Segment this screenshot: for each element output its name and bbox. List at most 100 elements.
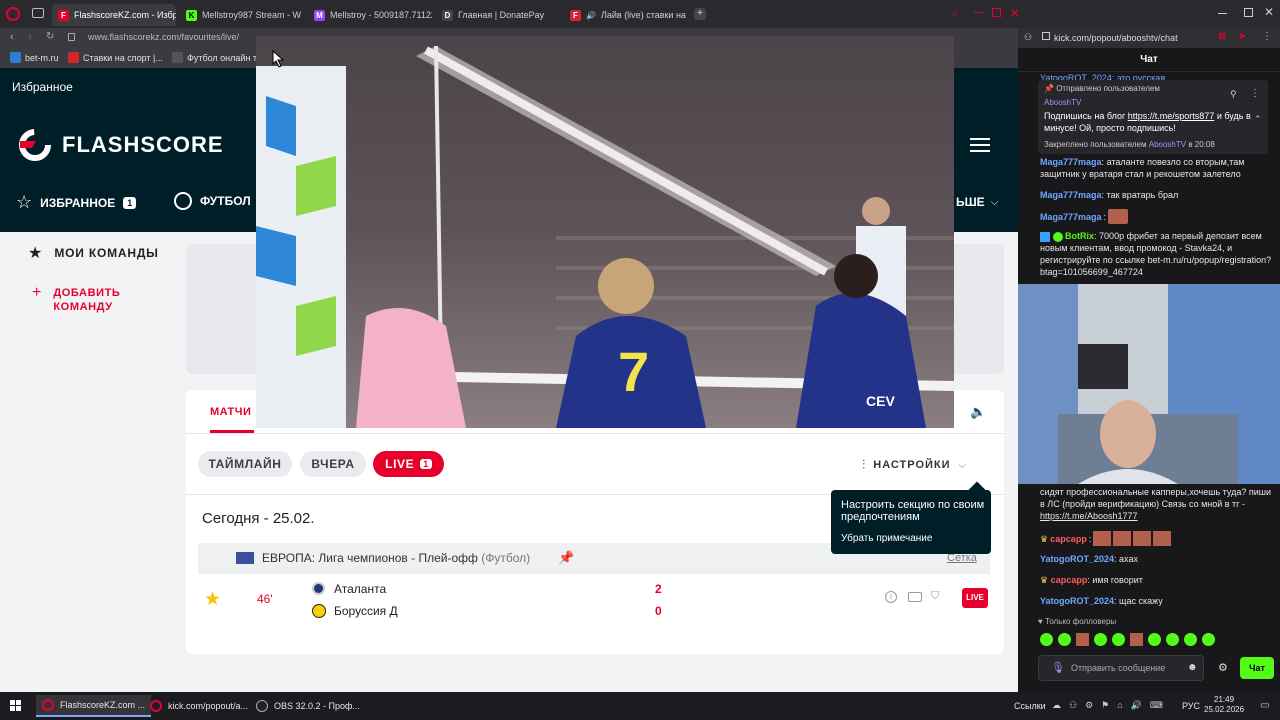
add-team-link[interactable]: + ДОБАВИТЬ КОМАНДУ <box>32 285 143 314</box>
minimize-icon[interactable] <box>1218 13 1227 14</box>
notifications-icon[interactable]: ▭ <box>1260 700 1269 711</box>
clock[interactable]: 21:49 25.02.2026 <box>1204 695 1244 715</box>
taskbar-app-obs[interactable]: OBS 32.0.2 - Проф... <box>250 695 366 717</box>
minimize-icon[interactable] <box>974 12 983 13</box>
live-badge[interactable]: LIVE <box>962 588 988 608</box>
league-name-text: ЕВРОПА: Лига чемпионов - Плей-офф <box>262 551 478 565</box>
language-indicator[interactable]: РУС <box>1182 701 1200 711</box>
tray-icon[interactable]: ☁ <box>1052 700 1061 711</box>
reload-icon[interactable]: ↻ <box>46 31 54 42</box>
chevron-down-icon: ⌵ <box>990 196 999 208</box>
emoji-icon[interactable]: ☻ <box>1187 662 1198 673</box>
chat-username[interactable]: сарсарр <box>1050 533 1087 545</box>
maximize-icon[interactable] <box>1244 8 1253 17</box>
pin-icon[interactable]: 📌 <box>558 550 574 566</box>
chat-username[interactable]: YatogoROT_2024 <box>1040 554 1114 564</box>
tab-matches[interactable]: МАТЧИ <box>210 406 251 418</box>
nav-football[interactable]: ФУТБОЛ <box>174 192 251 210</box>
chat-username[interactable]: BotRix <box>1065 231 1094 241</box>
tab-live-bets[interactable]: F 🔊 Лайв (live) ставки на <box>564 4 688 26</box>
tray-icon[interactable]: ⌨ <box>1150 700 1163 711</box>
tab-kick-mellstroy[interactable]: K Mellstroy987 Stream - W <box>180 4 302 26</box>
tray-icon[interactable]: ⚑ <box>1101 700 1109 711</box>
speaker-icon[interactable]: 🔊 <box>586 11 596 20</box>
sound-icon[interactable]: 🔈 <box>970 404 986 420</box>
chat-username[interactable]: сарсарр <box>1051 575 1088 585</box>
league-name: ЕВРОПА: Лига чемпионов - Плей-офф (Футбо… <box>262 551 530 565</box>
chat-username[interactable]: Maga777maga <box>1040 157 1102 167</box>
send-chat-button[interactable]: Чат <box>1240 657 1274 679</box>
mic-icon[interactable]: 🎙 <box>1051 661 1065 674</box>
filter-timeline[interactable]: ТАЙМЛАЙН <box>198 451 292 477</box>
back-icon[interactable]: ‹ <box>10 31 14 43</box>
windows-start-icon[interactable] <box>10 700 22 712</box>
tv-icon[interactable] <box>908 592 922 602</box>
tray-icon[interactable]: ⚙ <box>1085 700 1093 711</box>
tab-donatepay[interactable]: D Главная | DonatePay <box>436 4 560 26</box>
favorite-star-icon[interactable]: ★ <box>204 588 221 611</box>
emote-icon[interactable] <box>1058 633 1071 646</box>
bookmark-sport-bets[interactable]: Ставки на спорт |... <box>68 52 163 63</box>
shirt-icon[interactable]: ⛉ <box>931 590 939 603</box>
emote-icon[interactable] <box>1040 633 1053 646</box>
tray-icon[interactable]: 🔊 <box>1131 700 1142 711</box>
chat-input-field[interactable]: 🎙 Отправить сообщение ☻ <box>1038 655 1204 681</box>
bookmark-football-online[interactable]: Футбол онлайн т... <box>172 52 264 63</box>
my-teams-label: МОИ КОМАНДЫ <box>54 246 159 260</box>
chat-username[interactable]: Maga777maga <box>1040 211 1102 223</box>
settings-button[interactable]: ⫶ НАСТРОЙКИ ⌵ <box>862 457 966 473</box>
filter-yesterday[interactable]: ВЧЕРА <box>300 451 366 477</box>
nav-more[interactable]: ЬШЕ ⌵ <box>956 195 998 209</box>
search-icon[interactable]: ⌕ <box>952 8 958 19</box>
info-icon[interactable]: i <box>885 591 897 603</box>
url-field[interactable]: www.flashscorekz.com/favourites/live/ <box>88 32 239 42</box>
emote-icon[interactable] <box>1166 633 1179 646</box>
workspace-icon[interactable] <box>32 8 44 18</box>
tab-flashscore[interactable]: F FlashscoreKZ.com - Избр <box>52 4 176 26</box>
flashscore-logo-icon[interactable] <box>18 128 52 162</box>
chevron-up-icon[interactable]: ⌃ <box>1254 114 1262 125</box>
taskbar-app-flashscore[interactable]: FlashscoreKZ.com ... <box>36 695 152 717</box>
send-icon[interactable]: ➤ <box>1238 31 1246 42</box>
close-icon[interactable]: ✕ <box>1264 5 1274 19</box>
gear-icon[interactable]: ⚙ <box>1218 661 1228 674</box>
chat-username[interactable]: Maga777maga <box>1040 190 1102 200</box>
menu-icon[interactable]: ⋮ <box>1262 31 1272 42</box>
pinned-link[interactable]: https://t.me/sports877 <box>1128 111 1215 121</box>
tab-mellstroy[interactable]: M Mellstroy - 5009187.71122 <box>308 4 432 26</box>
bookmark-bet-m[interactable]: bet-m.ru <box>10 52 59 63</box>
pin-icon[interactable]: ⚲ <box>1230 89 1237 100</box>
tray-icon[interactable]: ⚇ <box>1069 700 1077 711</box>
match-row[interactable]: ★ 46' Аталанта Боруссия Д 2 0 i ⛉ LIVE <box>198 576 990 622</box>
more-icon[interactable]: ⋮ <box>1250 88 1260 99</box>
block-icon[interactable]: ⊠ <box>1218 31 1226 42</box>
away-score: 0 <box>655 604 662 618</box>
opera-icon <box>42 699 54 711</box>
taskbar-links[interactable]: Ссылки <box>1014 701 1046 711</box>
opera-logo-icon[interactable] <box>6 7 20 21</box>
chat-message: ♛ сарсарр: имя говорит <box>1040 575 1143 585</box>
hamburger-menu-icon[interactable] <box>970 138 990 152</box>
new-tab-plus-icon[interactable]: + <box>694 8 706 20</box>
emote-icon[interactable] <box>1130 633 1143 646</box>
forward-icon[interactable]: › <box>28 31 32 43</box>
url-field[interactable]: kick.com/popout/abooshtv/chat <box>1054 33 1234 43</box>
nav-favorites[interactable]: ☆ ИЗБРАННОЕ 1 <box>16 192 137 213</box>
taskbar-app-kick[interactable]: kick.com/popout/a... <box>144 695 254 717</box>
tray-icon[interactable]: ⌂ <box>1117 700 1122 711</box>
filter-live[interactable]: LIVE 1 <box>373 451 444 477</box>
close-icon[interactable]: ✕ <box>1010 6 1018 20</box>
emote-icon[interactable] <box>1148 633 1161 646</box>
extension-icon[interactable]: ⚇ <box>1024 32 1032 43</box>
video-player[interactable]: 7 CEV <box>256 36 954 428</box>
download-icon[interactable] <box>1042 32 1050 40</box>
maximize-icon[interactable] <box>992 8 1001 17</box>
chat-username[interactable]: YatogoROT_2024 <box>1040 596 1114 606</box>
emote-icon[interactable] <box>1184 633 1197 646</box>
emote-icon[interactable] <box>1094 633 1107 646</box>
emote-icon[interactable] <box>1112 633 1125 646</box>
tooltip-dismiss-link[interactable]: Убрать примечание <box>841 533 932 544</box>
emote-icon[interactable] <box>1202 633 1215 646</box>
emote-icon[interactable] <box>1076 633 1089 646</box>
chat-link[interactable]: https://t.me/Aboosh1777 <box>1040 511 1138 521</box>
